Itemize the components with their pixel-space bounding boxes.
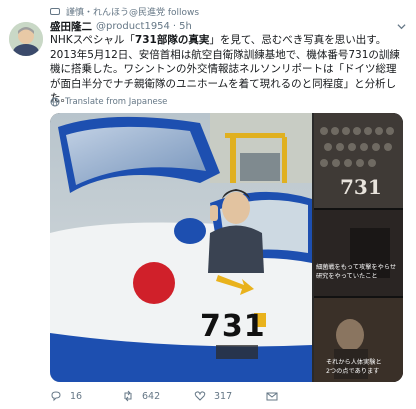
reply-button[interactable]: 16 [50,390,122,402]
tweet-text-prefix: NHKスペシャル「 [50,34,135,46]
retweet-count: 642 [142,390,161,402]
retweet-button[interactable]: 642 [122,390,194,402]
translate-label: Translate from Japanese [65,97,168,107]
heart-icon [194,391,206,401]
globe-icon [50,97,60,107]
tweet-header: 盛田隆二 @product1954 · 5h [50,19,410,33]
caption-middle-line-2: 研究をやっていたこと [316,273,378,280]
reply-count: 16 [70,390,83,402]
social-context: 謹慎・れんほう@民進党 follows [50,5,200,18]
plane-number: 731 [200,309,266,344]
reply-icon [51,391,61,402]
avatar-image [9,22,43,56]
tweet-actions: 16 642 317 [50,388,350,404]
caption-bottom: それから人体実験と 2つの点であります [326,358,402,376]
translate-link[interactable]: Translate from Japanese [50,96,167,108]
avatar[interactable] [9,22,43,56]
caption-middle: 細菌戦をもって攻撃をやらせ 研究をやっていたこと [316,263,402,281]
tweet-media[interactable]: 731 731 細菌戦をもって攻撃をやらせ 研究をやっていたこと それから人体実… [50,113,403,382]
retweet-icon [50,7,60,15]
side-overlay-number: 731 [340,175,382,199]
social-context-text: 謹慎・れんほう@民進党 follows [66,7,200,18]
tweet-text: NHKスペシャル「731部隊の真実」を見て、忌むべき写真を思い出す。2013年5… [50,33,405,106]
envelope-icon [266,392,278,401]
retweet-action-icon [124,390,132,402]
direct-message-button[interactable] [266,390,338,402]
like-count: 317 [214,390,233,402]
timestamp[interactable]: 5h [179,21,192,32]
tweet-text-bold: 731部隊の真実 [134,34,210,46]
user-handle[interactable]: @product1954 [96,21,170,32]
caption-bottom-line-2: 2つの点であります [326,368,380,375]
caption-middle-line-1: 細菌戦をもって攻撃をやらせ [316,264,397,271]
like-button[interactable]: 317 [194,390,266,402]
separator-dot: · [172,20,177,32]
caption-bottom-line-1: それから人体実験と [326,359,382,366]
display-name[interactable]: 盛田隆二 [50,19,92,34]
chevron-down-icon[interactable] [397,22,406,31]
